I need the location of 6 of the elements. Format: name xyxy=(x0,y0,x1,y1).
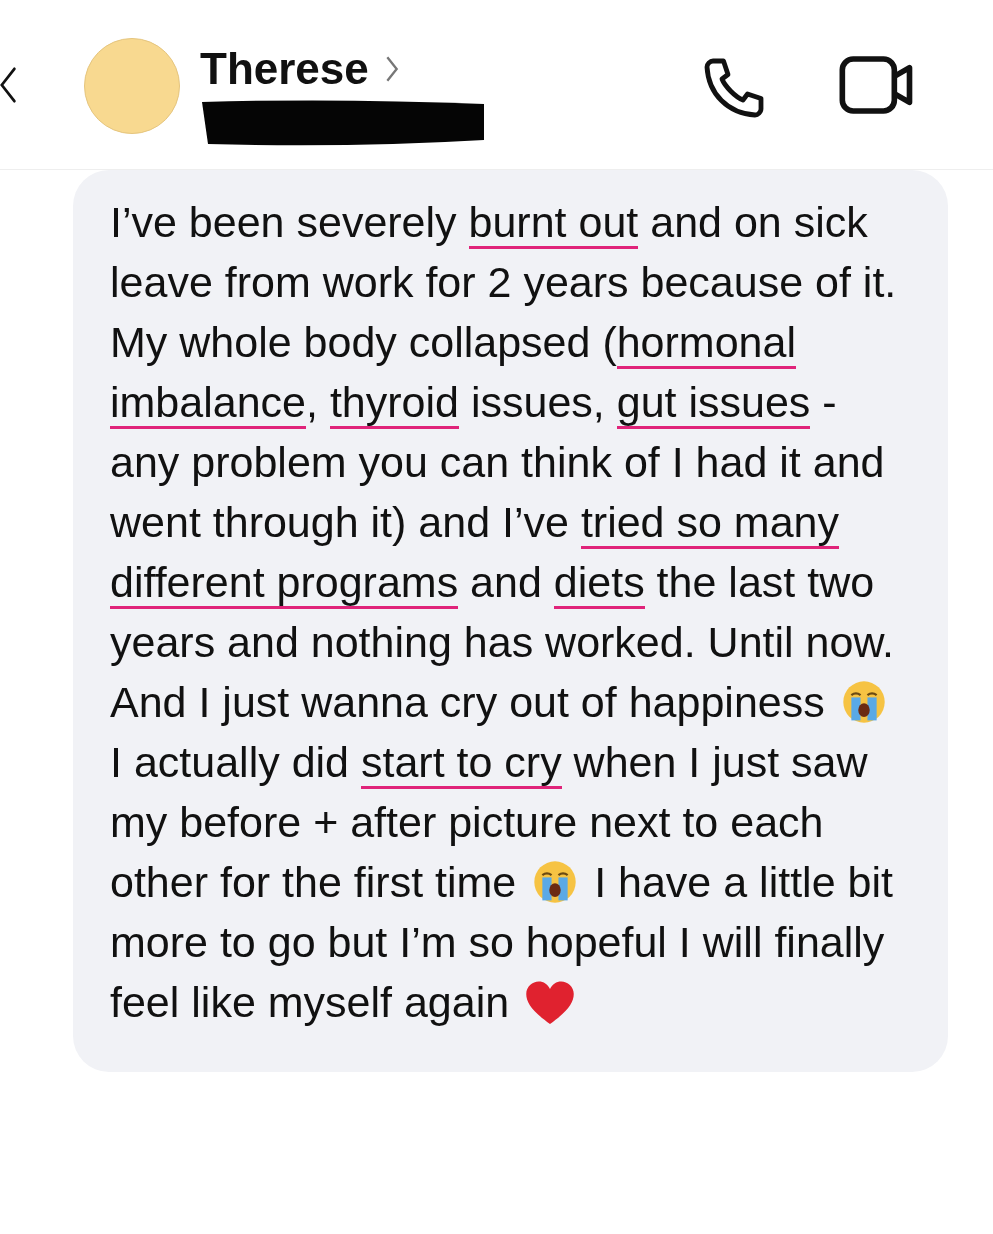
crying-face-icon xyxy=(840,679,887,725)
chevron-right-icon[interactable] xyxy=(384,55,399,83)
crying-face-icon xyxy=(532,859,579,905)
heart-icon xyxy=(525,981,576,1027)
message-text: I’ve been severely burnt out and on sick leave from work for 2 years because of it. My whole body collapsed (hormonal imbalance, thyroid issues, gut issues - any problem you can think of I had it and went through it) and I’ve tried so many different programs and diets the last two years and nothing has worked. Until now. And I just wanna cry out of happiness I actually did start to cry when I just saw my before + after picture next to each other for the first time I have a little bit more to go but I’m so hopeful I will finally feel like myself again xyxy=(110,197,898,1029)
contact-name[interactable]: Therese xyxy=(200,36,369,102)
